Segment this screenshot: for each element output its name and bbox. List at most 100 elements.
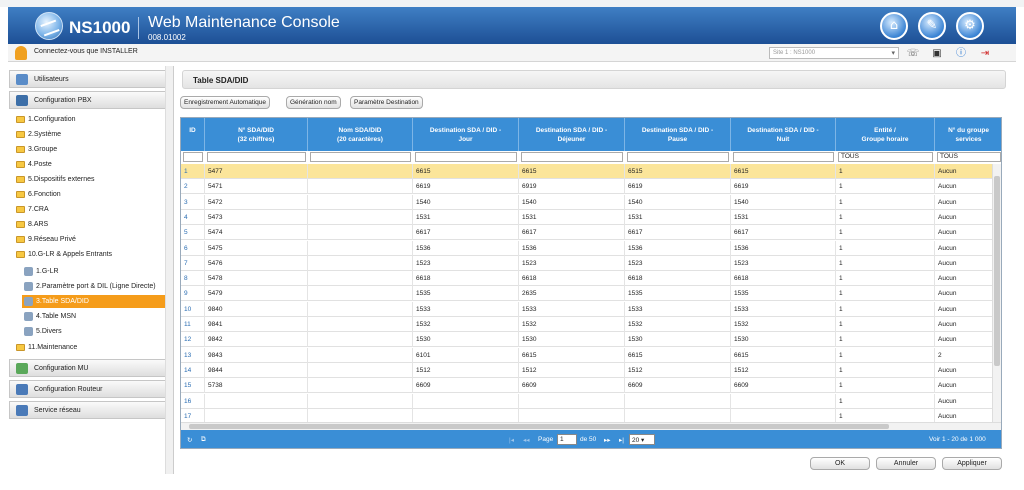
table-cell-num[interactable]: 9842 xyxy=(205,332,308,348)
home-button[interactable]: ⌂ xyxy=(880,12,908,40)
sidebar-item-reseau-prive[interactable]: 9.Réseau Privé xyxy=(16,234,166,247)
table-cell-nuit[interactable]: 1533 xyxy=(731,301,836,317)
table-cell-jour[interactable]: 1523 xyxy=(413,255,519,271)
table-cell-pause[interactable]: 6617 xyxy=(625,225,731,241)
table-cell-name[interactable] xyxy=(308,347,413,363)
table-cell-pause[interactable]: 6619 xyxy=(625,179,731,195)
table-cell-entite[interactable]: 1 xyxy=(836,332,935,348)
table-cell-jour[interactable]: 1531 xyxy=(413,209,519,225)
sidebar-scrollbar[interactable] xyxy=(165,66,173,474)
nav-group-pbx[interactable]: Configuration PBX xyxy=(9,91,166,109)
table-cell-entite[interactable]: 1 xyxy=(836,286,935,302)
table-cell-jour[interactable]: 1533 xyxy=(413,301,519,317)
table-cell-num[interactable]: 5474 xyxy=(205,225,308,241)
table-cell-jour[interactable]: 6618 xyxy=(413,271,519,287)
table-cell-num[interactable]: 5479 xyxy=(205,286,308,302)
table-cell-id[interactable]: 13 xyxy=(181,347,205,363)
table-cell-pause[interactable]: 6609 xyxy=(625,378,731,394)
table-cell-name[interactable] xyxy=(308,286,413,302)
table-cell-jour[interactable]: 1536 xyxy=(413,240,519,256)
table-row[interactable]: 15 5738 6609 6609 6609 6609 1 Aucun xyxy=(181,378,994,394)
table-cell-dej[interactable] xyxy=(519,393,625,409)
table-cell-id[interactable]: 5 xyxy=(181,225,205,241)
table-cell-id[interactable]: 6 xyxy=(181,240,205,256)
sidebar-subitem-parametre-port[interactable]: 2.Paramètre port & DIL (Ligne Directe) xyxy=(22,280,170,293)
table-row[interactable]: 9 5479 1535 2635 1535 1535 1 Aucun xyxy=(181,286,994,302)
column-header[interactable]: N° du groupe services xyxy=(935,118,1001,151)
table-cell-id[interactable]: 8 xyxy=(181,271,205,287)
table-cell-dej[interactable]: 1536 xyxy=(519,240,625,256)
table-cell-jour[interactable]: 1535 xyxy=(413,286,519,302)
sidebar-item-fonction[interactable]: 6.Fonction xyxy=(16,189,166,202)
column-header[interactable]: Nom SDA/DID (20 caractères) xyxy=(308,118,413,151)
table-cell-pause[interactable]: 1523 xyxy=(625,255,731,271)
nav-group-network[interactable]: Service réseau xyxy=(9,401,166,419)
table-cell-id[interactable]: 4 xyxy=(181,209,205,225)
table-row[interactable]: 11 9841 1532 1532 1532 1532 1 Aucun xyxy=(181,317,994,332)
table-row[interactable]: 4 5473 1531 1531 1531 1531 1 Aucun xyxy=(181,209,994,225)
table-cell-entite[interactable]: 1 xyxy=(836,362,935,378)
table-cell-pause[interactable]: 1530 xyxy=(625,332,731,348)
table-cell-nuit[interactable]: 1531 xyxy=(731,209,836,225)
table-cell-pause[interactable]: 1535 xyxy=(625,286,731,302)
table-row[interactable]: 6 5475 1536 1536 1536 1536 1 Aucun xyxy=(181,240,994,256)
sidebar-item-configuration[interactable]: 1.Configuration xyxy=(16,114,166,127)
table-cell-name[interactable] xyxy=(308,209,413,225)
table-cell-id[interactable]: 7 xyxy=(181,255,205,271)
table-cell-num[interactable]: 5477 xyxy=(205,164,308,179)
table-cell-name[interactable] xyxy=(308,225,413,241)
sidebar-item-systeme[interactable]: 2.Système xyxy=(16,129,166,142)
tools-button[interactable]: ✎ xyxy=(918,12,946,40)
table-cell-num[interactable]: 9844 xyxy=(205,362,308,378)
table-cell-jour[interactable]: 1512 xyxy=(413,362,519,378)
table-cell-nuit[interactable]: 1512 xyxy=(731,362,836,378)
table-cell-num[interactable]: 5471 xyxy=(205,179,308,195)
group-filter-select[interactable]: TOUS xyxy=(937,152,1001,162)
table-vertical-scrollbar[interactable] xyxy=(992,164,1001,422)
table-cell-dej[interactable]: 1532 xyxy=(519,317,625,332)
table-cell-nuit[interactable]: 1530 xyxy=(731,332,836,348)
table-cell-dej[interactable]: 1523 xyxy=(519,255,625,271)
column-filter[interactable] xyxy=(733,152,834,162)
column-header[interactable]: Destination SDA / DID - Nuit xyxy=(731,118,836,151)
scroll-thumb[interactable] xyxy=(994,176,1000,366)
phone-icon[interactable]: ☏ xyxy=(906,47,920,60)
table-cell-dej[interactable]: 1530 xyxy=(519,332,625,348)
export-icon[interactable]: ⧉ xyxy=(201,436,206,444)
table-cell-jour[interactable]: 6615 xyxy=(413,164,519,179)
logout-icon[interactable]: ⇥ xyxy=(978,47,992,60)
table-cell-name[interactable] xyxy=(308,317,413,332)
table-cell-name[interactable] xyxy=(308,179,413,195)
table-cell-name[interactable] xyxy=(308,164,413,179)
table-cell-dej[interactable]: 6609 xyxy=(519,378,625,394)
table-cell-entite[interactable]: 1 xyxy=(836,317,935,332)
refresh-icon[interactable]: ↻ xyxy=(187,436,192,444)
table-cell-name[interactable] xyxy=(308,301,413,317)
next-page-icon[interactable]: ▸▸ xyxy=(604,436,611,444)
table-cell-nuit[interactable]: 6609 xyxy=(731,378,836,394)
table-cell-dej[interactable]: 6617 xyxy=(519,225,625,241)
column-header[interactable]: Destination SDA / DID - Déjeuner xyxy=(519,118,625,151)
table-cell-jour[interactable]: 1530 xyxy=(413,332,519,348)
site-select[interactable]: Site 1 : NS1000 ▾ xyxy=(769,47,899,59)
table-cell-entite[interactable]: 1 xyxy=(836,301,935,317)
entity-filter-select[interactable]: TOUS xyxy=(838,152,933,162)
cancel-button[interactable]: Annuler xyxy=(876,457,936,470)
table-cell-pause[interactable]: 1536 xyxy=(625,240,731,256)
table-row[interactable]: 12 9842 1530 1530 1530 1530 1 Aucun xyxy=(181,332,994,348)
column-filter[interactable] xyxy=(310,152,411,162)
table-cell-pause[interactable]: 6615 xyxy=(625,347,731,363)
settings-button[interactable]: ⚙ xyxy=(956,12,984,40)
table-row[interactable]: 1 5477 6615 6615 6515 6615 1 Aucun xyxy=(181,164,994,179)
column-filter[interactable] xyxy=(207,152,306,162)
table-cell-name[interactable] xyxy=(308,393,413,409)
table-cell-pause[interactable]: 6618 xyxy=(625,271,731,287)
column-filter[interactable] xyxy=(183,152,203,162)
table-cell-id[interactable]: 14 xyxy=(181,362,205,378)
table-cell-nuit[interactable]: 6617 xyxy=(731,225,836,241)
table-row[interactable]: 10 9840 1533 1533 1533 1533 1 Aucun xyxy=(181,301,994,317)
nav-group-mu[interactable]: Configuration MU xyxy=(9,359,166,377)
table-cell-name[interactable] xyxy=(308,332,413,348)
table-cell-entite[interactable]: 1 xyxy=(836,393,935,409)
table-cell-name[interactable] xyxy=(308,194,413,210)
